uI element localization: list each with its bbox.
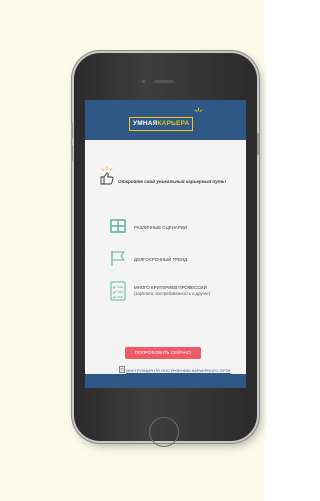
app-logo: УМНАЯКАРЬЕРА	[129, 117, 194, 131]
tagline: Откройте свой уникальный карьерный путь!	[118, 179, 227, 184]
app-footer	[85, 374, 246, 388]
career-path-guide-link[interactable]: ИНСТРУКЦИЯ ПО ПОСТРОЕНИЮ КАРЬЕРНОГО ПУТИ	[126, 368, 230, 373]
feature-trend: ДОЛГОСРОЧНЫЙ ТРЕНД	[134, 257, 187, 263]
feature-title: РАЗЛИЧНЫЕ СЦЕНАРИИ	[134, 225, 187, 230]
logo-text-part2: КАРЬЕРА	[157, 120, 190, 127]
feature-criteria: МНОГО КРИТЕРИЕВ ПРОФЕССИЙ (зарплата, вос…	[134, 285, 210, 297]
feature-title: МНОГО КРИТЕРИЕВ ПРОФЕССИЙ	[134, 285, 207, 290]
front-camera	[141, 79, 146, 84]
try-now-button[interactable]: ПОПРОБОВАТЬ СЕЙЧАС!	[125, 347, 201, 359]
flag-icon	[111, 251, 125, 266]
feature-subtitle: (зарплата, востребованность и другие)	[134, 291, 211, 296]
phone-mockup: УМНАЯКАРЬЕРА Откройте свой уникальный ка…	[71, 53, 259, 447]
logo-text-part1: УМНАЯ	[133, 120, 158, 127]
phone-speaker	[154, 80, 174, 83]
phone-volume-button	[71, 123, 73, 139]
app-header: УМНАЯКАРЬЕРА	[85, 100, 246, 140]
phone-home-button[interactable]	[149, 417, 179, 447]
phone-power-button	[257, 133, 259, 155]
checklist-icon	[110, 281, 126, 301]
feature-title: ДОЛГОСРОЧНЫЙ ТРЕНД	[134, 257, 188, 262]
scenarios-icon	[110, 219, 126, 233]
logo-spark-icon	[194, 107, 203, 112]
phone-screen: УМНАЯКАРЬЕРА Откройте свой уникальный ка…	[85, 100, 246, 388]
feature-scenarios: РАЗЛИЧНЫЕ СЦЕНАРИИ	[134, 225, 187, 231]
document-icon[interactable]	[119, 366, 125, 373]
phone-volume-button	[71, 145, 73, 161]
thumbs-up-icon	[100, 166, 114, 185]
